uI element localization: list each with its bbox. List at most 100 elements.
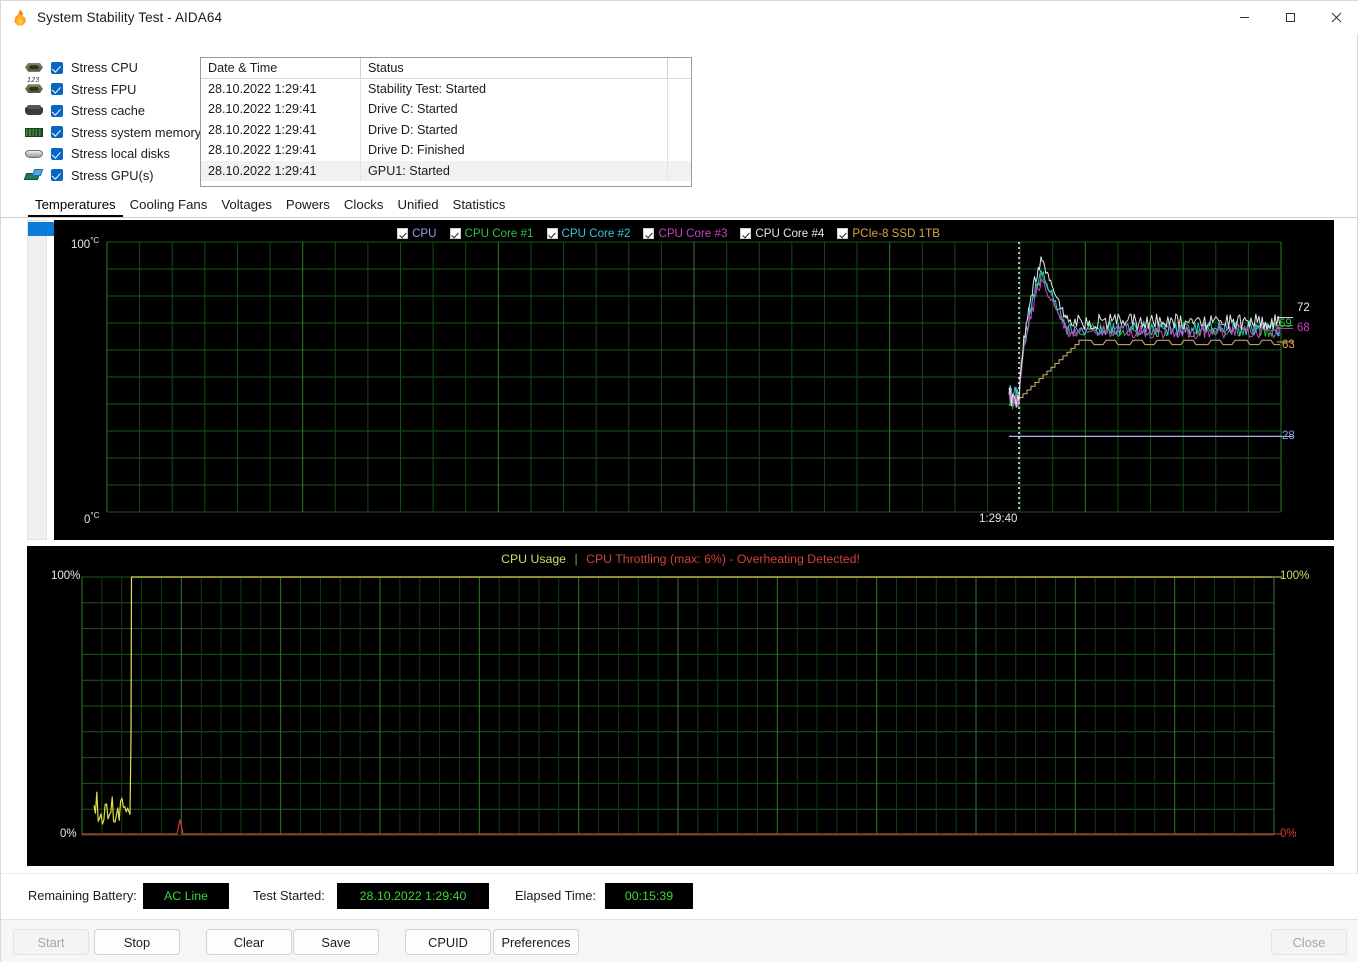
temperature-plot	[106, 241, 1293, 513]
legend-label-ssd: PCIe-8 SSD 1TB	[852, 227, 940, 240]
temperature-chart-panel[interactable]: 100°C 0°C 1:29:40 72 69 68 63 28 CPU CPU…	[54, 220, 1334, 540]
cpu-usage-title: CPU Usage | CPU Throttling (max: 6%) - O…	[27, 552, 1334, 566]
stress-fpu-label: Stress FPU	[71, 81, 137, 97]
temperature-chart-scrollbar-thumb[interactable]	[28, 222, 55, 236]
test-started-value: 28.10.2022 1:29:40	[337, 883, 489, 909]
cell-status: Stability Test: Started	[361, 78, 668, 99]
cpu-throttling-warning: CPU Throttling (max: 6%) - Overheating D…	[586, 552, 860, 566]
gpu-card-icon	[23, 167, 45, 183]
stress-option-gpu[interactable]: Stress GPU(s)	[23, 165, 198, 187]
stop-button[interactable]: Stop	[94, 929, 180, 955]
legend-label-core3: CPU Core #3	[658, 227, 728, 240]
stress-cache-checkbox[interactable]	[51, 104, 63, 117]
tab-powers[interactable]: Powers	[279, 195, 337, 217]
minimize-icon[interactable]	[1221, 1, 1267, 34]
table-row[interactable]: 28.10.2022 1:29:41 Drive D: Started	[201, 119, 691, 141]
temperature-chart-legend: CPU CPU Core #1 CPU Core #2 CPU Core #3 …	[397, 227, 940, 240]
stress-cpu-checkbox[interactable]	[51, 61, 63, 74]
cell-datetime: 28.10.2022 1:29:41	[201, 78, 361, 99]
tab-cooling-fans[interactable]: Cooling Fans	[123, 195, 215, 217]
cell-extra	[668, 99, 691, 120]
column-header-status: Status	[361, 58, 668, 78]
tab-voltages[interactable]: Voltages	[214, 195, 279, 217]
legend-checkbox-core1[interactable]	[449, 228, 461, 239]
save-button[interactable]: Save	[293, 929, 379, 955]
temperature-chart-scrollbar[interactable]	[27, 220, 47, 540]
legend-label-cpu: CPU	[412, 227, 437, 240]
start-button[interactable]: Start	[13, 929, 89, 955]
aida64-stability-window: System Stability Test - AIDA64 Stress CP…	[0, 0, 1358, 962]
clear-button[interactable]: Clear	[206, 929, 292, 955]
temp-value-core3: 68	[1297, 322, 1310, 334]
legend-item-core4[interactable]: CPU Core #4	[740, 227, 824, 240]
memory-ram-icon	[23, 124, 45, 140]
cell-status: Drive D: Finished	[361, 140, 668, 161]
elapsed-time-label: Elapsed Time:	[515, 888, 597, 903]
cell-status: Drive D: Started	[361, 119, 668, 140]
tab-clocks[interactable]: Clocks	[337, 195, 391, 217]
stress-fpu-checkbox[interactable]	[51, 83, 63, 96]
cell-status: Drive C: Started	[361, 99, 668, 120]
cell-datetime: 28.10.2022 1:29:41	[201, 140, 361, 161]
cpu-chip-icon	[23, 60, 45, 76]
legend-checkbox-core4[interactable]	[740, 228, 752, 239]
tab-unified[interactable]: Unified	[390, 195, 445, 217]
cpu-usage-title-primary: CPU Usage	[501, 552, 567, 566]
window-controls	[1221, 1, 1358, 34]
legend-checkbox-core3[interactable]	[643, 228, 655, 239]
stress-option-cpu[interactable]: Stress CPU	[23, 57, 198, 79]
stress-option-fpu[interactable]: 123 Stress FPU	[23, 77, 198, 101]
legend-checkbox-cpu[interactable]	[397, 228, 409, 239]
usage-axis-right-top: 100%	[1280, 570, 1310, 582]
legend-checkbox-core2[interactable]	[546, 228, 558, 239]
temp-value-ssd: 63	[1282, 339, 1295, 351]
legend-checkbox-ssd[interactable]	[837, 228, 849, 239]
stress-memory-label: Stress system memory	[71, 124, 202, 140]
maximize-icon[interactable]	[1267, 1, 1313, 34]
cell-status: GPU1: Started	[361, 160, 668, 181]
stress-option-cache[interactable]: Stress cache	[23, 100, 198, 122]
cell-datetime: 28.10.2022 1:29:41	[201, 99, 361, 120]
temp-time-marker-label: 1:29:40	[979, 513, 1018, 525]
cpu-usage-chart-panel[interactable]: CPU Usage | CPU Throttling (max: 6%) - O…	[27, 546, 1334, 866]
fpu-chip-icon: 123	[23, 77, 45, 97]
column-header-datetime: Date & Time	[201, 58, 361, 78]
tab-statistics[interactable]: Statistics	[446, 195, 513, 217]
stress-gpu-label: Stress GPU(s)	[71, 167, 154, 183]
elapsed-time-value: 00:15:39	[605, 883, 693, 909]
table-header-row: Date & Time Status	[201, 58, 691, 79]
table-row[interactable]: 28.10.2022 1:29:41 Drive C: Started	[201, 99, 691, 120]
preferences-button[interactable]: Preferences	[493, 929, 579, 955]
close-button[interactable]: Close	[1271, 929, 1347, 955]
table-row[interactable]: 28.10.2022 1:29:41 Stability Test: Start…	[201, 78, 691, 100]
tab-temperatures[interactable]: Temperatures	[28, 195, 123, 217]
flame-icon	[12, 9, 28, 26]
table-row[interactable]: 28.10.2022 1:29:41 GPU1: Started	[201, 160, 691, 181]
legend-item-core1[interactable]: CPU Core #1	[449, 227, 534, 240]
legend-label-core2: CPU Core #2	[561, 227, 631, 240]
stress-option-disks[interactable]: Stress local disks	[23, 143, 198, 165]
legend-item-ssd[interactable]: PCIe-8 SSD 1TB	[837, 227, 940, 240]
stress-disks-checkbox[interactable]	[51, 147, 63, 160]
stress-disks-label: Stress local disks	[71, 146, 170, 162]
cell-extra	[668, 120, 691, 141]
test-started-label: Test Started:	[253, 888, 325, 903]
tab-bar: Temperatures Cooling Fans Voltages Power…	[1, 195, 1358, 218]
legend-item-core3[interactable]: CPU Core #3	[643, 227, 727, 240]
legend-item-core2[interactable]: CPU Core #2	[546, 227, 631, 240]
legend-item-cpu[interactable]: CPU	[397, 227, 437, 240]
event-log-table[interactable]: Date & Time Status 28.10.2022 1:29:41 St…	[200, 57, 692, 187]
status-strip: Remaining Battery: AC Line Test Started:…	[1, 873, 1358, 920]
close-icon[interactable]	[1313, 1, 1358, 34]
cpu-usage-title-separator: |	[574, 552, 578, 566]
stress-gpu-checkbox[interactable]	[51, 169, 63, 182]
stress-options-list: Stress CPU 123 Stress FPU Stress cache S…	[23, 57, 202, 187]
cell-extra	[668, 79, 691, 100]
stress-option-memory[interactable]: Stress system memory	[23, 122, 202, 144]
cell-datetime: 28.10.2022 1:29:41	[201, 119, 361, 140]
legend-label-core4: CPU Core #4	[755, 227, 825, 240]
cpuid-button[interactable]: CPUID	[405, 929, 491, 955]
title-bar: System Stability Test - AIDA64	[1, 1, 1358, 34]
table-row[interactable]: 28.10.2022 1:29:41 Drive D: Finished	[201, 140, 691, 161]
stress-memory-checkbox[interactable]	[51, 126, 63, 139]
